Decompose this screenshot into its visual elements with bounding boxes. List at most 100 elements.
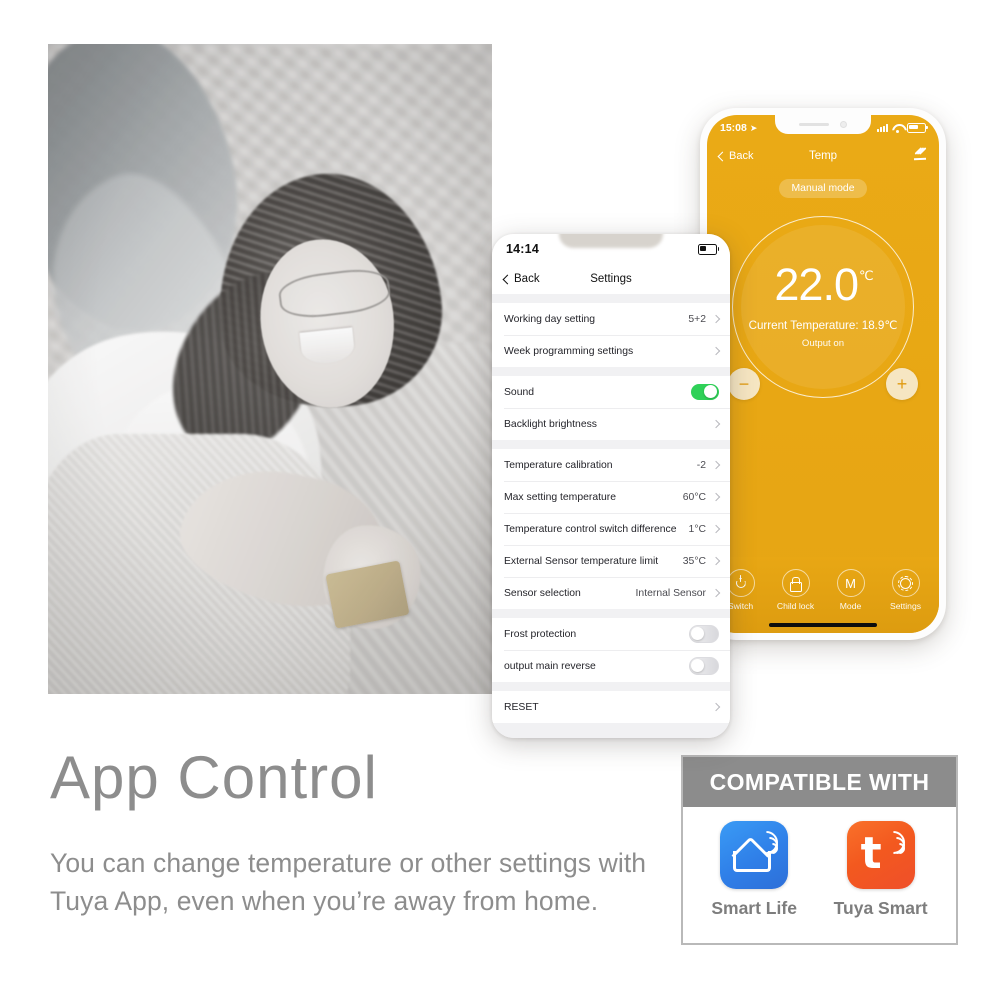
tab-child-lock[interactable]: Child lock xyxy=(770,569,822,611)
marketing-banner: 15:08 ➤ Back Temp Manual mode 22.0℃ Curr… xyxy=(0,0,1000,1000)
lock-icon xyxy=(781,569,810,597)
row-value: 5+2 xyxy=(688,313,706,325)
mode-pill[interactable]: Manual mode xyxy=(778,179,868,198)
list-item[interactable]: Frost protection xyxy=(492,618,730,650)
chevron-right-icon xyxy=(711,460,721,470)
mode-m-icon: M xyxy=(836,569,865,597)
list-gap xyxy=(492,294,730,303)
chevron-right-icon xyxy=(711,588,721,598)
signal-waves-icon xyxy=(750,826,783,859)
wifi-icon xyxy=(892,124,903,133)
compatible-apps: Smart Life t Tuya Smart xyxy=(683,807,956,919)
photo-desaturate-layer xyxy=(48,44,492,694)
statusbar-time: 14:14 xyxy=(506,242,539,256)
row-label: Temperature control switch difference xyxy=(504,523,677,535)
chevron-right-icon xyxy=(711,524,721,534)
tuya-smart-app-icon: t xyxy=(846,821,915,889)
row-label: External Sensor temperature limit xyxy=(504,555,659,567)
settings-group-schedule: Working day setting 5+2 Week programming… xyxy=(492,303,730,367)
list-item[interactable]: Temperature calibration -2 xyxy=(492,449,730,481)
compatible-with-header: COMPATIBLE WITH xyxy=(683,757,956,807)
list-item[interactable]: RESET xyxy=(492,691,730,723)
row-value: 60°C xyxy=(682,491,706,503)
list-item[interactable]: Temperature control switch difference 1°… xyxy=(492,513,730,545)
chevron-right-icon xyxy=(711,702,721,712)
home-indicator[interactable] xyxy=(769,623,877,627)
statusbar-time: 15:08 xyxy=(720,122,747,134)
tuya-t-glyph-icon: t xyxy=(860,828,882,879)
battery-low-icon xyxy=(698,243,720,255)
compatible-with-badge: COMPATIBLE WITH Smart Life t Tuya Smart xyxy=(681,755,958,945)
frost-protection-toggle[interactable] xyxy=(689,625,719,643)
sound-toggle[interactable] xyxy=(691,384,719,400)
output-main-reverse-toggle[interactable] xyxy=(689,657,719,675)
settings-list[interactable]: Working day setting 5+2 Week programming… xyxy=(492,294,730,738)
cellular-signal-icon xyxy=(876,124,888,132)
pencil-icon[interactable] xyxy=(913,149,927,163)
settings-phone-navbar: Back Settings xyxy=(492,264,730,294)
list-item[interactable]: External Sensor temperature limit 35°C xyxy=(492,545,730,577)
front-camera-icon xyxy=(839,120,848,129)
earpiece-speaker-icon xyxy=(798,122,829,127)
back-label: Back xyxy=(514,273,540,285)
signal-waves-icon xyxy=(876,826,910,859)
chevron-right-icon xyxy=(711,492,721,502)
list-item[interactable]: Max setting temperature 60°C xyxy=(492,481,730,513)
tab-settings-label: Settings xyxy=(889,601,922,611)
chevron-right-icon xyxy=(711,346,721,356)
target-temperature-value: 22.0 xyxy=(774,259,859,310)
increase-temperature-button[interactable]: + xyxy=(886,368,918,400)
chevron-right-icon xyxy=(711,314,721,324)
lifestyle-photo xyxy=(48,44,492,694)
battery-icon xyxy=(907,122,929,134)
list-item[interactable]: Working day setting 5+2 xyxy=(492,303,730,335)
row-label: Working day setting xyxy=(504,313,596,325)
row-value: 35°C xyxy=(682,555,706,567)
tab-mode-label: Mode xyxy=(839,601,862,611)
tab-mode[interactable]: M Mode xyxy=(825,569,877,611)
row-label: Sensor selection xyxy=(504,587,581,599)
list-item[interactable]: Week programming settings xyxy=(492,335,730,367)
list-gap xyxy=(492,367,730,376)
row-label: output main reverse xyxy=(504,660,596,672)
phone-notch xyxy=(559,234,663,248)
row-label: RESET xyxy=(504,701,539,713)
list-item[interactable]: Sound xyxy=(492,376,730,408)
chevron-right-icon xyxy=(711,419,721,429)
list-gap xyxy=(492,682,730,691)
row-value: -2 xyxy=(696,459,706,471)
location-arrow-icon: ➤ xyxy=(749,122,758,133)
chevron-right-icon xyxy=(711,556,721,566)
body-copy: You can change temperature or other sett… xyxy=(50,848,647,916)
settings-group-temperature: Temperature calibration -2 Max setting t… xyxy=(492,449,730,609)
row-value: 1°C xyxy=(688,523,706,535)
chevron-left-icon xyxy=(502,274,513,284)
back-button[interactable]: Back xyxy=(502,273,540,285)
gear-icon xyxy=(891,569,920,597)
decrease-temperature-button[interactable]: − xyxy=(728,368,760,400)
list-item[interactable]: Sensor selection Internal Sensor xyxy=(492,577,730,609)
list-gap xyxy=(492,440,730,449)
tab-switch-label: Switch xyxy=(727,601,754,611)
settings-group-protection: Frost protection output main reverse xyxy=(492,618,730,682)
settings-group-reset: RESET xyxy=(492,691,730,723)
power-icon xyxy=(726,569,755,597)
row-label: Frost protection xyxy=(504,628,577,640)
app-smart-life[interactable]: Smart Life xyxy=(711,821,797,919)
settings-group-display: Sound Backlight brightness xyxy=(492,376,730,440)
row-label: Temperature calibration xyxy=(504,459,613,471)
temp-phone-screen: 15:08 ➤ Back Temp Manual mode 22.0℃ Curr… xyxy=(707,115,939,633)
temperature-unit: ℃ xyxy=(858,268,874,283)
app-tuya-smart-label: Tuya Smart xyxy=(833,898,928,918)
app-tuya-smart[interactable]: t Tuya Smart xyxy=(834,821,928,919)
tab-settings[interactable]: Settings xyxy=(880,569,932,611)
row-label: Max setting temperature xyxy=(504,491,617,503)
list-item[interactable]: Backlight brightness xyxy=(492,408,730,440)
row-value: Internal Sensor xyxy=(635,587,706,599)
list-gap xyxy=(492,609,730,618)
output-status-label: Output on xyxy=(801,338,845,349)
row-label: Backlight brightness xyxy=(504,418,597,430)
list-item[interactable]: output main reverse xyxy=(492,650,730,682)
temp-phone-tabbar: Switch Child lock M Mode Settings xyxy=(707,557,939,633)
temperature-dial[interactable]: 22.0℃ Current Temperature: 18.9℃ Output … xyxy=(728,216,918,400)
